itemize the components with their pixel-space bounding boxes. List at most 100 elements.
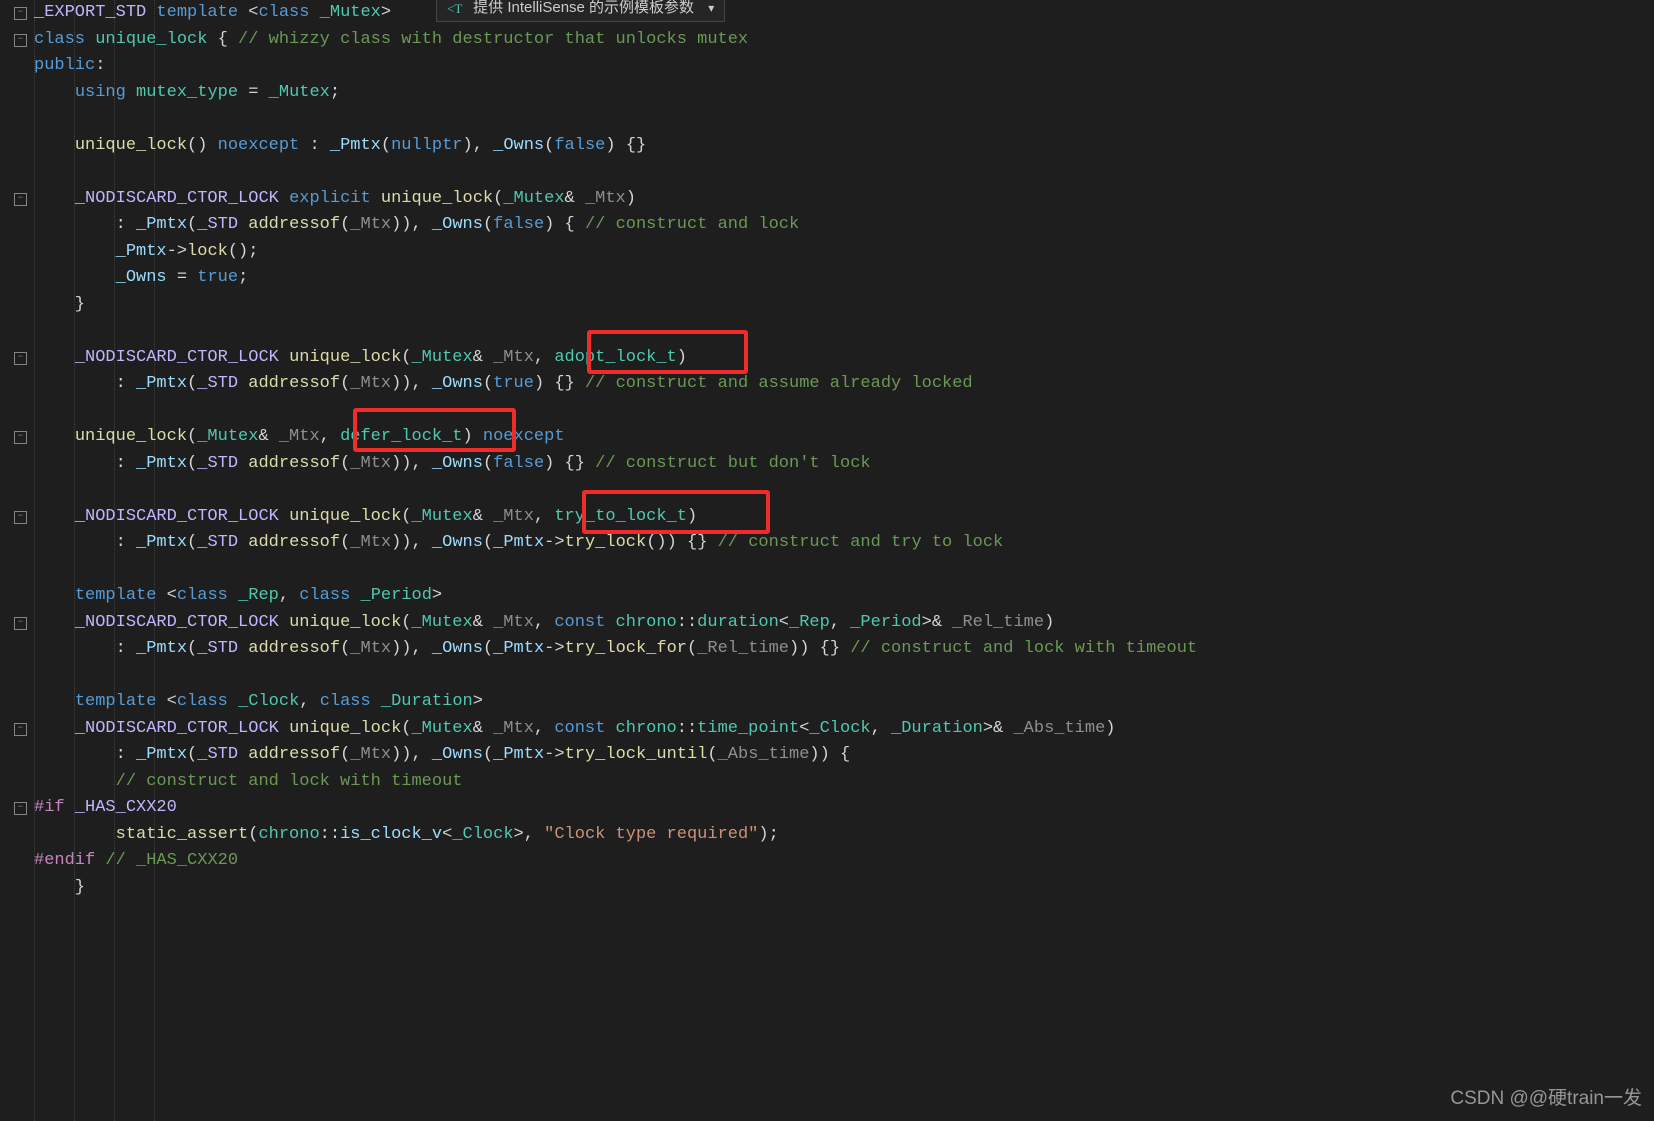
token-ty: _Rep [238, 586, 279, 605]
chevron-down-icon[interactable]: ▾ [708, 1, 714, 15]
code-line[interactable]: : _Pmtx(_STD addressof(_Mtx)), _Owns(_Pm… [34, 742, 1197, 769]
code-line[interactable]: unique_lock() noexcept : _Pmtx(nullptr),… [34, 133, 1197, 160]
code-line[interactable]: } [34, 292, 1197, 319]
code-line[interactable] [34, 159, 1197, 186]
fold-toggle[interactable]: − [14, 431, 27, 444]
token-op: ( [401, 613, 411, 632]
token-ty: _Mutex [503, 189, 564, 208]
token-op: ( [493, 189, 503, 208]
token-op [34, 586, 75, 605]
code-line[interactable]: : _Pmtx(_STD addressof(_Mtx)), _Owns(_Pm… [34, 530, 1197, 557]
fold-gutter[interactable]: − − − − − − − − − [0, 0, 30, 1121]
token-op: () [187, 136, 218, 155]
token-op: ( [483, 639, 493, 658]
code-line[interactable]: _NODISCARD_CTOR_LOCK unique_lock(_Mutex&… [34, 345, 1197, 372]
fold-toggle[interactable]: − [14, 802, 27, 815]
token-op: : [34, 745, 136, 764]
code-line[interactable] [34, 318, 1197, 345]
fold-toggle[interactable]: − [14, 617, 27, 630]
code-line[interactable] [34, 477, 1197, 504]
code-line[interactable] [34, 398, 1197, 425]
token-kw: class [34, 30, 85, 49]
code-line[interactable]: : _Pmtx(_STD addressof(_Mtx)), _Owns(fal… [34, 451, 1197, 478]
fold-toggle[interactable]: − [14, 7, 27, 20]
code-line[interactable] [34, 106, 1197, 133]
code-line[interactable]: : _Pmtx(_STD addressof(_Mtx)), _Owns(_Pm… [34, 636, 1197, 663]
token-pr: _Mtx [493, 613, 534, 632]
token-op [34, 427, 75, 446]
token-op: )), [391, 454, 432, 473]
code-line[interactable]: _NODISCARD_CTOR_LOCK explicit unique_loc… [34, 186, 1197, 213]
token-fn: static_assert [116, 825, 249, 844]
code-line[interactable]: public: [34, 53, 1197, 80]
token-op: ( [707, 745, 717, 764]
code-line[interactable]: : _Pmtx(_STD addressof(_Mtx)), _Owns(fal… [34, 212, 1197, 239]
token-op: & [473, 507, 493, 526]
token-op: ) {} [534, 374, 585, 393]
token-op: , [830, 613, 850, 632]
token-ty: chrono [258, 825, 319, 844]
token-kw2: #endif [34, 851, 95, 870]
code-line[interactable] [34, 663, 1197, 690]
token-op: ) [626, 189, 636, 208]
fold-toggle[interactable]: − [14, 34, 27, 47]
token-id: _Pmtx [493, 745, 544, 764]
token-op [238, 639, 248, 658]
token-id: _Owns [432, 639, 483, 658]
code-line[interactable]: class unique_lock { // whizzy class with… [34, 27, 1197, 54]
token-op [95, 851, 105, 870]
code-line[interactable]: // construct and lock with timeout [34, 769, 1197, 796]
code-line[interactable]: #endif // _HAS_CXX20 [34, 848, 1197, 875]
code-line[interactable]: : _Pmtx(_STD addressof(_Mtx)), _Owns(tru… [34, 371, 1197, 398]
watermark: CSDN @@硬train一发 [1450, 1084, 1642, 1113]
code-line[interactable]: } [34, 875, 1197, 902]
token-op [279, 719, 289, 738]
token-op: ( [187, 639, 197, 658]
code-editor[interactable]: _EXPORT_STD template <class _Mutex>class… [34, 0, 1197, 901]
token-op [228, 692, 238, 711]
token-mc: _NODISCARD_CTOR_LOCK [75, 507, 279, 526]
fold-toggle[interactable]: − [14, 723, 27, 736]
token-cm: // _HAS_CXX20 [105, 851, 238, 870]
token-op [34, 692, 75, 711]
fold-toggle[interactable]: − [14, 511, 27, 524]
fold-toggle[interactable]: − [14, 193, 27, 206]
token-ty: _Rep [789, 613, 830, 632]
code-line[interactable]: template <class _Rep, class _Period> [34, 583, 1197, 610]
code-line[interactable] [34, 557, 1197, 584]
token-id: _Pmtx [493, 533, 544, 552]
token-ty: _Clock [452, 825, 513, 844]
token-ty: _Mutex [411, 719, 472, 738]
token-id: is_clock_v [340, 825, 442, 844]
code-line[interactable]: unique_lock(_Mutex& _Mtx, defer_lock_t) … [34, 424, 1197, 451]
code-line[interactable]: _Pmtx->lock(); [34, 239, 1197, 266]
token-op: ( [248, 825, 258, 844]
code-line[interactable]: _NODISCARD_CTOR_LOCK unique_lock(_Mutex&… [34, 504, 1197, 531]
token-pr: _Mtx [350, 374, 391, 393]
token-fn: try_lock_until [565, 745, 708, 764]
intellisense-tooltip[interactable]: <T> 提供 IntelliSense 的示例模板参数 ▾ [436, 0, 725, 22]
token-ty: _Duration [381, 692, 473, 711]
token-tr: false [493, 215, 544, 234]
code-line[interactable]: template <class _Clock, class _Duration> [34, 689, 1197, 716]
code-line[interactable]: static_assert(chrono::is_clock_v<_Clock>… [34, 822, 1197, 849]
token-op: )), [391, 639, 432, 658]
token-op: , [320, 427, 340, 446]
fold-toggle[interactable]: − [14, 352, 27, 365]
code-line[interactable]: _Owns = true; [34, 265, 1197, 292]
token-op: ; [330, 83, 340, 102]
token-op: ( [687, 639, 697, 658]
token-ty: _Clock [238, 692, 299, 711]
token-op: ( [483, 374, 493, 393]
token-op [34, 162, 44, 181]
token-kw: template [75, 586, 157, 605]
code-line[interactable]: #if _HAS_CXX20 [34, 795, 1197, 822]
token-op [34, 613, 75, 632]
token-op [34, 719, 75, 738]
token-ty: mutex_type [136, 83, 238, 102]
token-op: > [381, 3, 391, 22]
token-op: ) { [544, 215, 585, 234]
code-line[interactable]: _NODISCARD_CTOR_LOCK unique_lock(_Mutex&… [34, 610, 1197, 637]
code-line[interactable]: using mutex_type = _Mutex; [34, 80, 1197, 107]
code-line[interactable]: _NODISCARD_CTOR_LOCK unique_lock(_Mutex&… [34, 716, 1197, 743]
